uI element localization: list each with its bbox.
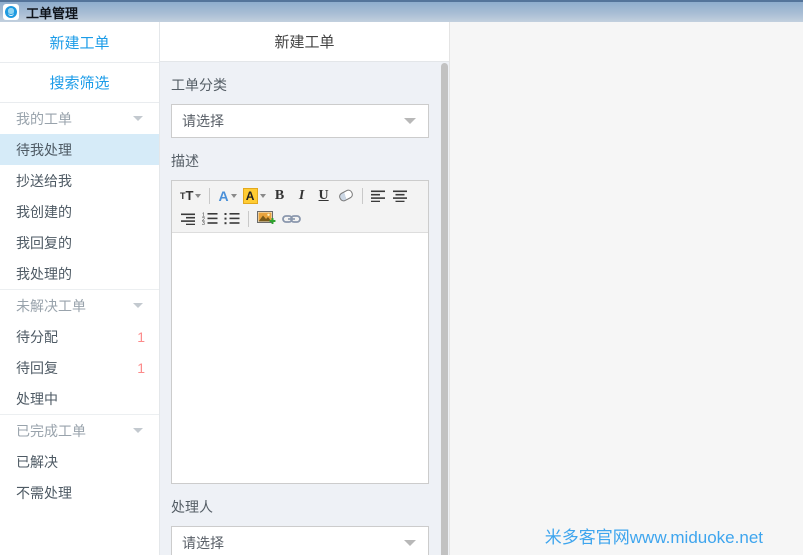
sidebar-item-resolved[interactable]: 已解决 xyxy=(0,446,159,477)
insert-image-icon xyxy=(257,211,276,226)
align-left-button[interactable] xyxy=(369,186,389,206)
toolbar-separator xyxy=(248,211,249,227)
align-center-icon xyxy=(393,190,408,202)
chevron-down-icon xyxy=(404,540,416,546)
sidebar: 新建工单 搜索筛选 我的工单 待我处理 抄送给我 我创建的 我回复的 我处理的 … xyxy=(0,22,160,555)
item-label: 不需处理 xyxy=(16,483,72,503)
align-left-icon xyxy=(371,190,386,202)
count-badge: 1 xyxy=(137,360,145,376)
sidebar-section-completed[interactable]: 已完成工单 xyxy=(0,414,159,446)
sidebar-item-in-progress[interactable]: 处理中 xyxy=(0,383,159,414)
svg-text:3: 3 xyxy=(202,221,205,225)
insert-image-button[interactable] xyxy=(255,209,278,229)
content-empty-area: 米多客官网www.miduoke.net xyxy=(450,22,803,555)
unordered-list-button[interactable] xyxy=(222,209,242,229)
font-size-button[interactable]: TT xyxy=(178,186,203,206)
insert-link-button[interactable] xyxy=(280,209,303,229)
assignee-select-value: 请选择 xyxy=(182,533,224,553)
window-titlebar: 工单管理 xyxy=(0,0,803,22)
watermark-text: 米多客官网www.miduoke.net xyxy=(545,523,763,548)
background-color-letter: A xyxy=(243,188,258,204)
item-label: 我处理的 xyxy=(16,264,72,284)
chevron-down-icon xyxy=(133,116,143,121)
item-label: 我创建的 xyxy=(16,202,72,222)
sidebar-item-cc-me[interactable]: 抄送给我 xyxy=(0,165,159,196)
remove-format-button[interactable] xyxy=(336,186,356,206)
ordered-list-icon: 1 2 3 xyxy=(202,212,218,225)
toolbar-separator xyxy=(209,188,210,204)
font-size-letter-big: T xyxy=(186,188,194,203)
chevron-down-icon xyxy=(260,194,266,198)
align-right-icon xyxy=(181,213,196,225)
item-label: 处理中 xyxy=(16,389,58,409)
vertical-scrollbar[interactable] xyxy=(441,63,448,555)
sidebar-item-created-by-me[interactable]: 我创建的 xyxy=(0,196,159,227)
item-label: 待回复 xyxy=(16,358,58,378)
font-color-letter: A xyxy=(218,188,228,204)
chevron-down-icon xyxy=(133,428,143,433)
link-icon xyxy=(282,214,301,224)
panel-title: 新建工单 xyxy=(160,22,449,62)
toolbar-separator xyxy=(362,188,363,204)
chevron-down-icon xyxy=(404,118,416,124)
category-select[interactable]: 请选择 xyxy=(171,104,429,138)
new-ticket-form: 工单分类 请选择 描述 TT A xyxy=(160,62,449,555)
align-center-button[interactable] xyxy=(391,186,411,206)
sidebar-item-to-reply[interactable]: 待回复 1 xyxy=(0,352,159,383)
description-textarea[interactable] xyxy=(172,233,428,483)
font-color-button[interactable]: A xyxy=(216,186,238,206)
editor-toolbar: TT A A B I U xyxy=(172,181,428,233)
underline-button[interactable]: U xyxy=(314,186,334,206)
item-label: 待我处理 xyxy=(16,140,72,160)
chevron-down-icon xyxy=(133,303,143,308)
window-title: 工单管理 xyxy=(26,3,78,22)
sidebar-item-replied-by-me[interactable]: 我回复的 xyxy=(0,227,159,258)
sidebar-section-unresolved[interactable]: 未解决工单 xyxy=(0,289,159,321)
category-select-value: 请选择 xyxy=(182,111,224,131)
new-ticket-panel: 新建工单 工单分类 请选择 描述 TT A xyxy=(160,22,450,555)
search-filter-button[interactable]: 搜索筛选 xyxy=(0,63,159,103)
eraser-icon xyxy=(337,188,354,203)
item-label: 已解决 xyxy=(16,452,58,472)
section-label: 我的工单 xyxy=(16,109,72,129)
sidebar-item-to-assign[interactable]: 待分配 1 xyxy=(0,321,159,352)
category-label: 工单分类 xyxy=(171,75,429,95)
sidebar-section-my-tickets[interactable]: 我的工单 xyxy=(0,103,159,134)
sidebar-item-pending-me[interactable]: 待我处理 xyxy=(0,134,159,165)
section-label: 已完成工单 xyxy=(16,421,86,441)
description-label: 描述 xyxy=(171,151,429,171)
background-color-button[interactable]: A xyxy=(241,186,268,206)
assignee-label: 处理人 xyxy=(171,497,429,517)
rich-text-editor: TT A A B I U xyxy=(171,180,429,484)
sidebar-item-no-action-needed[interactable]: 不需处理 xyxy=(0,477,159,508)
italic-button[interactable]: I xyxy=(292,186,312,206)
unordered-list-icon xyxy=(224,212,240,225)
chevron-down-icon xyxy=(195,194,201,198)
item-label: 抄送给我 xyxy=(16,171,72,191)
item-label: 我回复的 xyxy=(16,233,72,253)
align-right-button[interactable] xyxy=(178,209,198,229)
section-label: 未解决工单 xyxy=(16,296,86,316)
chevron-down-icon xyxy=(231,194,237,198)
sidebar-item-handled-by-me[interactable]: 我处理的 xyxy=(0,258,159,289)
new-ticket-button[interactable]: 新建工单 xyxy=(0,22,159,63)
item-label: 待分配 xyxy=(16,327,58,347)
bold-button[interactable]: B xyxy=(270,186,290,206)
app-logo-icon xyxy=(3,4,19,20)
ordered-list-button[interactable]: 1 2 3 xyxy=(200,209,220,229)
assignee-select[interactable]: 请选择 xyxy=(171,526,429,555)
count-badge: 1 xyxy=(137,329,145,345)
